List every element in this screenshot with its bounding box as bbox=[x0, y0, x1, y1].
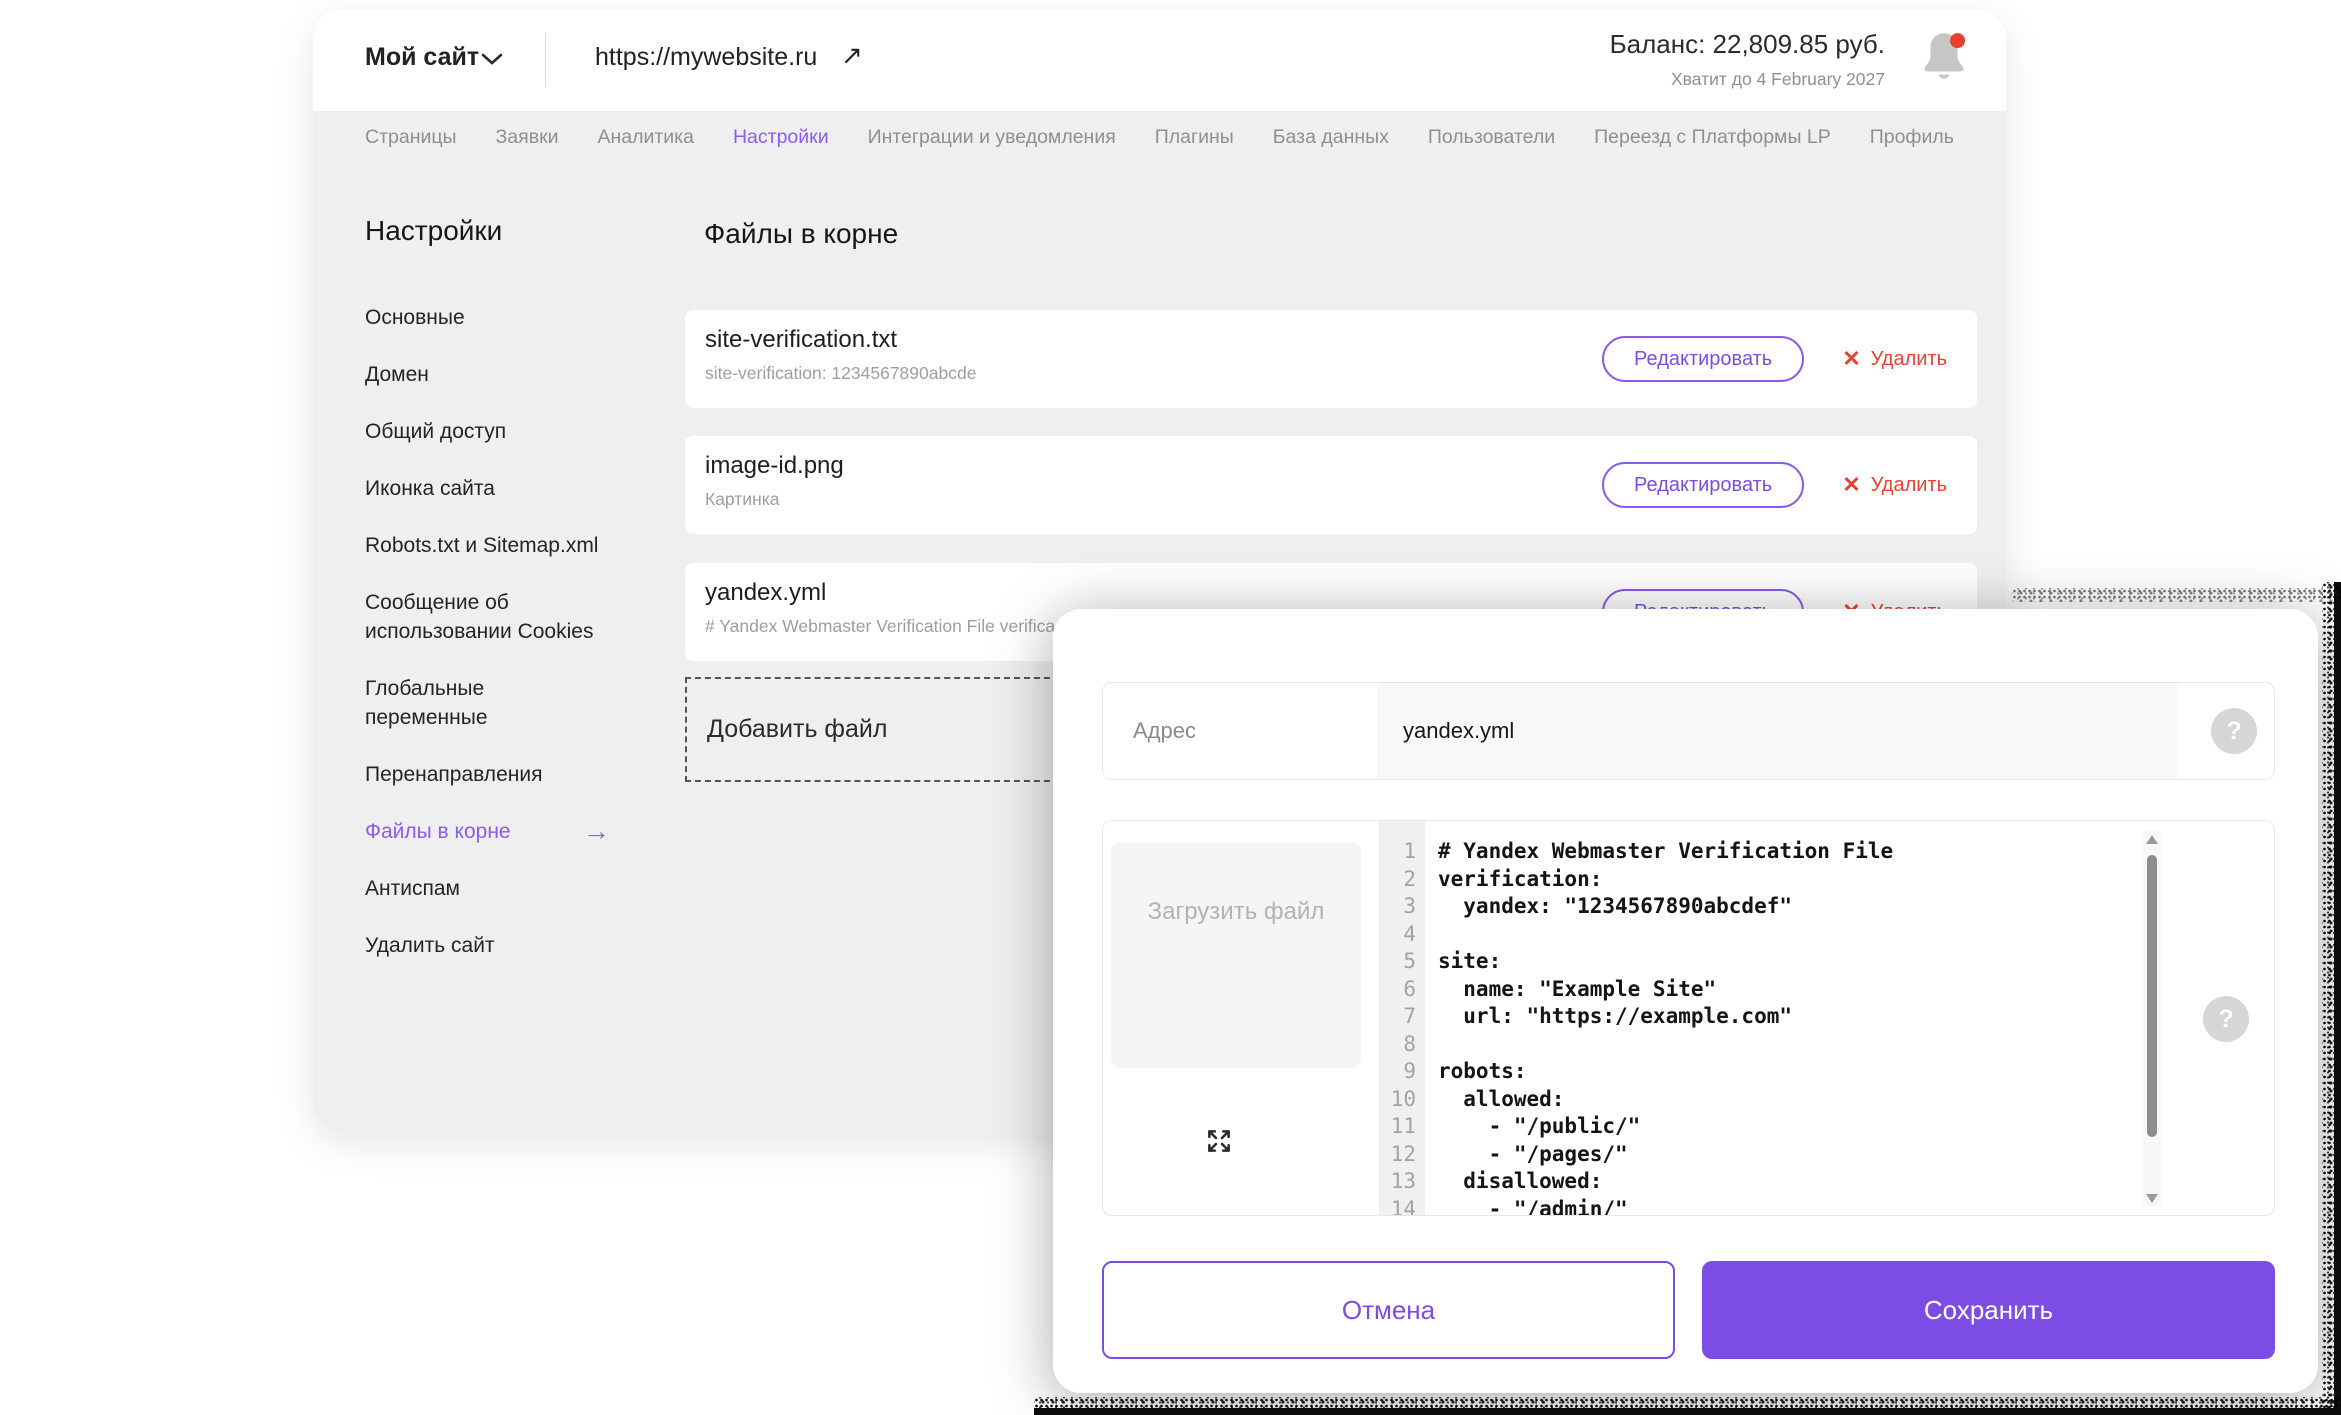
window-header: Мой сайт https://mywebsite.ru ↗ Баланс: … bbox=[313, 9, 2006, 111]
sidebar-item-cookies-message[interactable]: Сообщение об использовании Cookies bbox=[365, 588, 610, 646]
torn-edge-top-right bbox=[2012, 588, 2341, 602]
sidebar-item-robots-sitemap[interactable]: Robots.txt и Sitemap.xml bbox=[365, 531, 610, 560]
code-line: 10 allowed: bbox=[1379, 1087, 2139, 1115]
file-name: image-id.png bbox=[705, 452, 844, 480]
save-button[interactable]: Сохранить bbox=[1702, 1261, 2275, 1359]
code-line: 8 bbox=[1379, 1032, 2139, 1060]
delete-button[interactable]: ✕ Удалить bbox=[1842, 346, 1947, 372]
open-site-icon[interactable]: ↗ bbox=[841, 40, 863, 71]
sidebar-title: Настройки bbox=[365, 215, 502, 247]
scroll-up-icon[interactable] bbox=[2146, 835, 2158, 844]
code-line: 1# Yandex Webmaster Verification File bbox=[1379, 839, 2139, 867]
address-row: Адрес yandex.yml ? bbox=[1102, 682, 2275, 780]
sidebar-item-general[interactable]: Основные bbox=[365, 303, 610, 332]
code-line: 13 disallowed: bbox=[1379, 1169, 2139, 1197]
code-line: 2verification: bbox=[1379, 867, 2139, 895]
sidebar-item-redirects[interactable]: Перенаправления bbox=[365, 760, 610, 789]
top-nav: Страницы Заявки Аналитика Настройки Инте… bbox=[313, 111, 2006, 163]
sidebar-item-domain[interactable]: Домен bbox=[365, 360, 610, 389]
torn-edge-bottom bbox=[1034, 1397, 2341, 1415]
settings-sidebar: Основные Домен Общий доступ Иконка сайта… bbox=[365, 303, 610, 960]
delete-button[interactable]: ✕ Удалить bbox=[1842, 472, 1947, 498]
tab-users[interactable]: Пользователи bbox=[1428, 126, 1555, 149]
tab-migration[interactable]: Переезд с Платформы LP bbox=[1594, 126, 1831, 149]
file-card-image-id: image-id.png Картинка Редактировать ✕ Уд… bbox=[685, 436, 1977, 534]
code-line: 3 yandex: "1234567890abcdef" bbox=[1379, 894, 2139, 922]
chevron-down-icon[interactable] bbox=[481, 53, 503, 66]
file-name: yandex.yml bbox=[705, 579, 826, 607]
code-line: 9robots: bbox=[1379, 1059, 2139, 1087]
edit-button[interactable]: Редактировать bbox=[1602, 336, 1804, 382]
file-card-site-verification: site-verification.txt site-verification:… bbox=[685, 310, 1977, 408]
active-item-arrow-icon: → bbox=[583, 817, 610, 846]
fullscreen-expand-icon[interactable] bbox=[1204, 1126, 1234, 1156]
sidebar-item-root-files[interactable]: Файлы в корне → bbox=[365, 817, 610, 846]
sidebar-item-shared-access[interactable]: Общий доступ bbox=[365, 417, 610, 446]
editor-help-button[interactable]: ? bbox=[2203, 996, 2249, 1042]
code-area[interactable]: 1# Yandex Webmaster Verification File 2v… bbox=[1379, 839, 2139, 1216]
code-line: 14 - "/admin/" bbox=[1379, 1197, 2139, 1217]
file-description: Картинка bbox=[705, 489, 780, 510]
edit-button[interactable]: Редактировать bbox=[1602, 462, 1804, 508]
tab-settings[interactable]: Настройки bbox=[733, 126, 829, 149]
upload-file-dropzone[interactable]: Загрузить файл bbox=[1111, 843, 1361, 1068]
code-line: 11 - "/public/" bbox=[1379, 1114, 2139, 1142]
scrollbar-thumb[interactable] bbox=[2147, 855, 2157, 1137]
notifications-bell-icon[interactable] bbox=[1915, 25, 1973, 89]
code-line: 4 bbox=[1379, 922, 2139, 950]
notification-dot bbox=[1950, 33, 1965, 48]
code-line: 12 - "/pages/" bbox=[1379, 1142, 2139, 1170]
sidebar-item-delete-site[interactable]: Удалить сайт bbox=[365, 931, 610, 960]
address-help-button[interactable]: ? bbox=[2211, 708, 2257, 754]
sidebar-item-antispam[interactable]: Антиспам bbox=[365, 874, 610, 903]
code-line: 5site: bbox=[1379, 949, 2139, 977]
edit-file-modal: Адрес yandex.yml ? Загрузить файл 1# Yan… bbox=[1053, 609, 2318, 1393]
file-name: site-verification.txt bbox=[705, 326, 897, 354]
tab-profile[interactable]: Профиль bbox=[1870, 126, 1954, 149]
tab-requests[interactable]: Заявки bbox=[496, 126, 559, 149]
delete-x-icon: ✕ bbox=[1842, 346, 1860, 372]
tab-pages[interactable]: Страницы bbox=[365, 126, 457, 149]
delete-x-icon: ✕ bbox=[1842, 472, 1860, 498]
page-title: Файлы в корне bbox=[704, 218, 898, 250]
site-url-link[interactable]: https://mywebsite.ru bbox=[595, 43, 817, 72]
tab-integrations[interactable]: Интеграции и уведомления bbox=[868, 126, 1116, 149]
address-input[interactable]: yandex.yml bbox=[1377, 683, 2177, 779]
cancel-button[interactable]: Отмена bbox=[1102, 1261, 1675, 1359]
code-line: 6 name: "Example Site" bbox=[1379, 977, 2139, 1005]
file-editor: Загрузить файл 1# Yandex Webmaster Verif… bbox=[1102, 820, 2275, 1216]
file-description: site-verification: 1234567890abcde bbox=[705, 363, 976, 384]
balance-label: Баланс: 22,809.85 руб. bbox=[1610, 29, 1885, 60]
site-switcher[interactable]: Мой сайт bbox=[365, 43, 479, 72]
header-divider bbox=[545, 33, 546, 87]
editor-scrollbar[interactable] bbox=[2143, 831, 2161, 1207]
file-description: # Yandex Webmaster Verification File ver… bbox=[705, 616, 1070, 637]
torn-edge-right bbox=[2322, 582, 2341, 1415]
sidebar-item-global-variables[interactable]: Глобальные переменные bbox=[365, 674, 610, 732]
code-line: 7 url: "https://example.com" bbox=[1379, 1004, 2139, 1032]
address-label: Адрес bbox=[1133, 683, 1196, 779]
balance-expiry-label: Хватит до 4 February 2027 bbox=[1671, 69, 1885, 90]
scroll-down-icon[interactable] bbox=[2146, 1194, 2158, 1203]
tab-analytics[interactable]: Аналитика bbox=[597, 126, 694, 149]
sidebar-item-site-icon[interactable]: Иконка сайта bbox=[365, 474, 610, 503]
tab-database[interactable]: База данных bbox=[1273, 126, 1389, 149]
tab-plugins[interactable]: Плагины bbox=[1155, 126, 1234, 149]
